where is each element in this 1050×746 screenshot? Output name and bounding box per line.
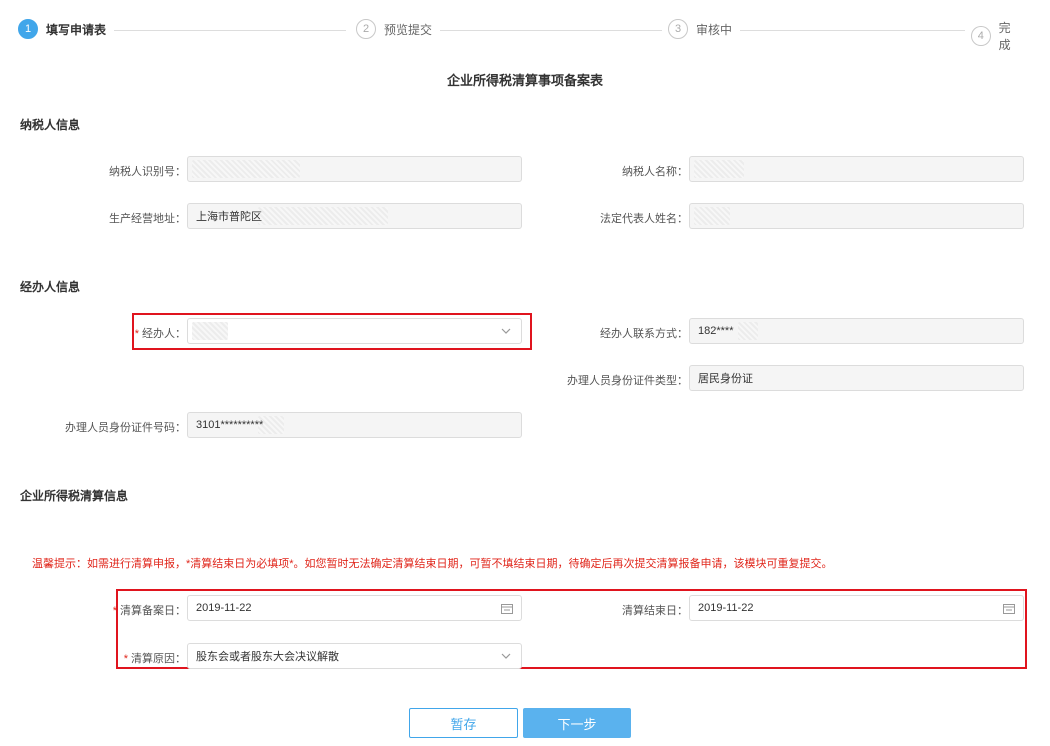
address-label: 生产经营地址： <box>109 213 186 225</box>
reason-label-text: 清算原因： <box>131 653 186 665</box>
calendar-icon[interactable] <box>501 603 513 614</box>
redacted-value <box>694 160 744 178</box>
section-liquidation-title: 企业所得税清算信息 <box>20 489 129 503</box>
step-label: 审核中 <box>696 22 733 37</box>
step-number: 2 <box>356 19 376 39</box>
taxpayer-id-field[interactable] <box>187 156 522 182</box>
required-mark: * <box>134 328 139 340</box>
agent-contact-field[interactable]: 182**** <box>689 318 1024 344</box>
legal-rep-field[interactable] <box>689 203 1024 229</box>
id-number-field[interactable]: 3101********** <box>187 412 522 438</box>
chevron-down-icon <box>501 328 511 334</box>
filing-date-label: * 清算备案日： <box>113 602 186 618</box>
step-connector <box>736 30 968 31</box>
step-number: 1 <box>18 19 38 39</box>
agent-select[interactable] <box>187 318 522 344</box>
step-connector <box>430 30 664 31</box>
filing-date-label-text: 清算备案日： <box>120 605 186 617</box>
id-type-field[interactable]: 居民身份证 <box>689 365 1024 391</box>
section-taxpayer-title: 纳税人信息 <box>20 118 81 132</box>
next-step-button[interactable]: 下一步 <box>523 708 631 738</box>
reason-label: * 清算原因： <box>124 650 186 666</box>
address-value: 上海市普陀区 <box>196 211 262 223</box>
step-number: 3 <box>668 19 688 39</box>
chevron-down-icon <box>501 653 511 659</box>
agent-contact-value: 182**** <box>698 325 734 337</box>
warning-tip: 温馨提示：如需进行清算申报，*清算结束日为必填项*。如您暂时无法确定清算结束日期… <box>32 558 833 570</box>
agent-label: * 经办人： <box>135 325 186 341</box>
progress-stepper: 1 填写申请表 2 预览提交 3 审核中 4 完成 <box>18 19 1030 53</box>
taxpayer-id-label: 纳税人识别号： <box>109 166 186 178</box>
filing-date-picker[interactable]: 2019-11-22 <box>187 595 522 621</box>
taxpayer-name-field[interactable] <box>689 156 1024 182</box>
form-title: 企业所得税清算事项备案表 <box>446 73 603 88</box>
step-number: 4 <box>971 26 991 46</box>
step-label: 预览提交 <box>384 22 433 37</box>
redacted-value <box>192 322 228 340</box>
redacted-value <box>738 322 758 340</box>
end-date-picker[interactable]: 2019-11-22 <box>689 595 1024 621</box>
step-connector <box>114 30 346 31</box>
step-complete: 4 完成 <box>965 19 1030 53</box>
end-date-value: 2019-11-22 <box>698 602 754 614</box>
agent-label-text: 经办人： <box>142 328 186 340</box>
step-review: 3 审核中 <box>662 19 741 39</box>
reason-select[interactable]: 股东会或者股东大会决议解散 <box>187 643 522 669</box>
id-number-value: 3101********** <box>196 419 264 431</box>
save-draft-button[interactable]: 暂存 <box>409 708 518 738</box>
redacted-value <box>192 160 300 178</box>
id-number-label: 办理人员身份证件号码： <box>65 422 186 434</box>
taxpayer-name-label: 纳税人名称： <box>622 166 688 178</box>
legal-rep-label: 法定代表人姓名： <box>600 213 688 225</box>
reason-value: 股东会或者股东大会决议解散 <box>196 651 339 663</box>
step-label: 完成 <box>998 21 1011 52</box>
step-preview: 2 预览提交 <box>350 19 441 39</box>
required-mark: * <box>112 605 117 617</box>
address-field[interactable]: 上海市普陀区 <box>187 203 522 229</box>
section-agent-title: 经办人信息 <box>20 280 81 294</box>
id-type-label: 办理人员身份证件类型： <box>567 375 688 387</box>
step-label: 填写申请表 <box>46 22 107 37</box>
calendar-icon[interactable] <box>1003 603 1015 614</box>
required-mark: * <box>123 653 128 665</box>
agent-contact-label: 经办人联系方式： <box>600 328 688 340</box>
step-fill-form: 1 填写申请表 <box>18 19 115 39</box>
redacted-value <box>694 207 730 225</box>
id-type-value: 居民身份证 <box>698 373 753 385</box>
end-date-label: 清算结束日： <box>622 605 688 617</box>
filing-date-value: 2019-11-22 <box>196 602 252 614</box>
redacted-value <box>258 207 388 225</box>
